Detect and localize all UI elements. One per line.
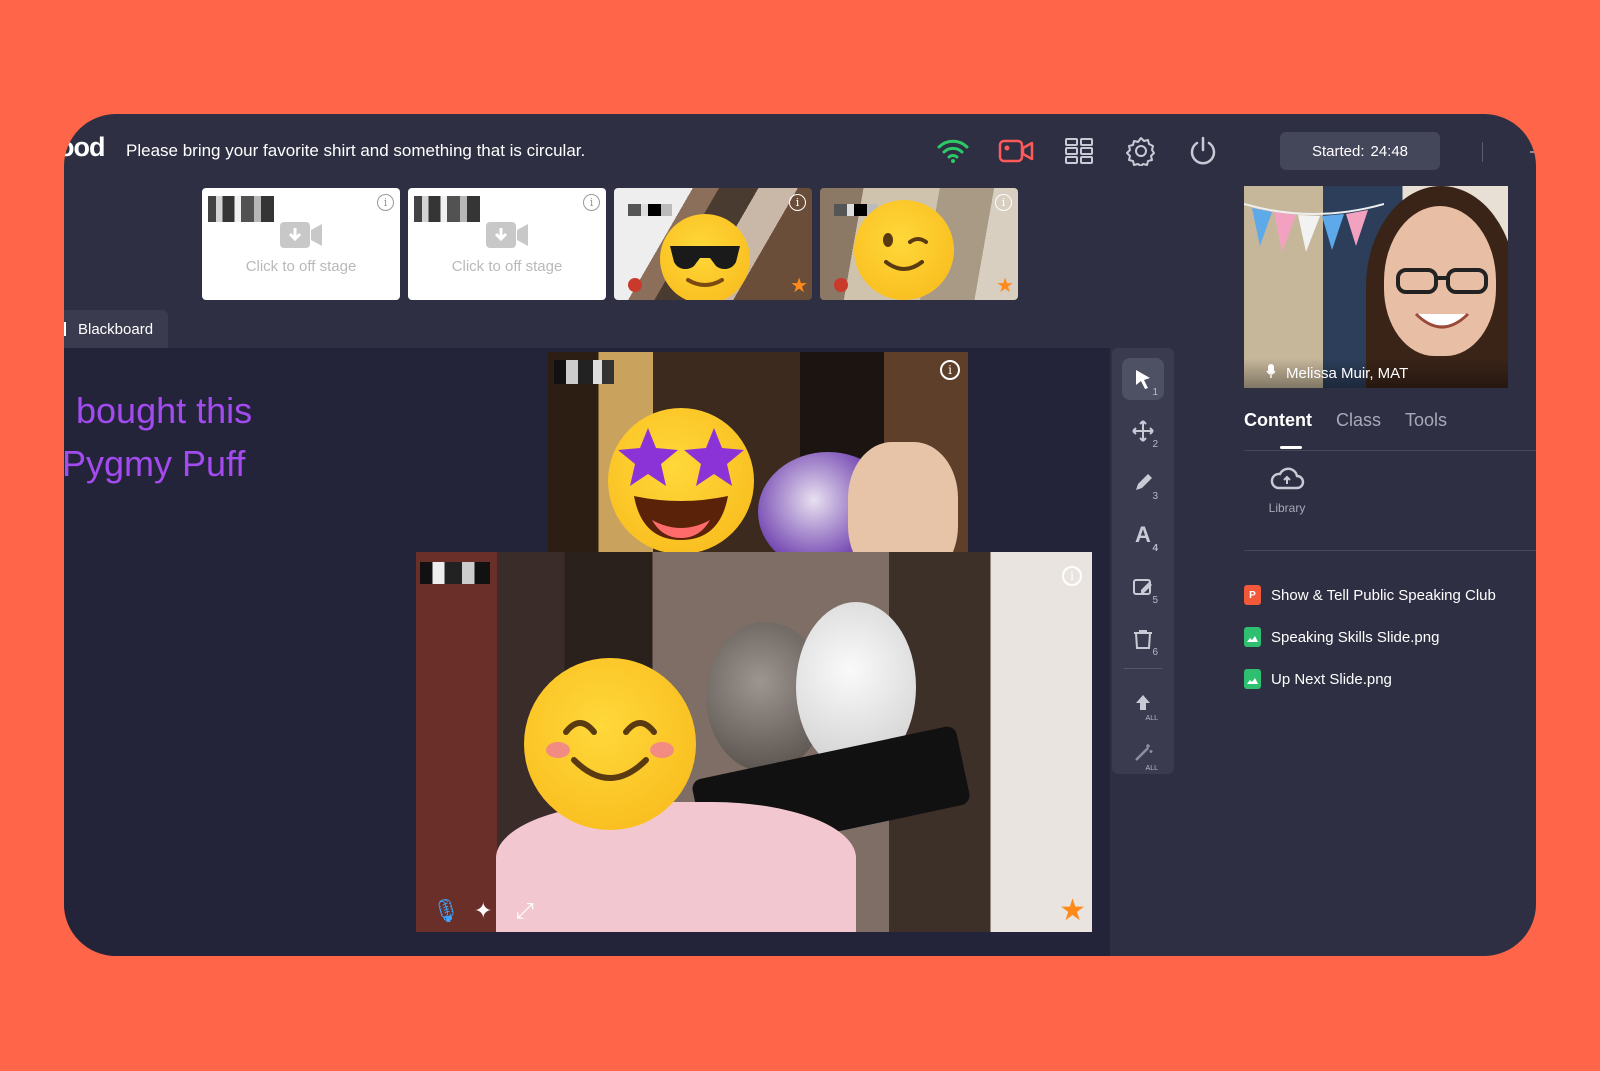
panel-tabs: Content Class Tools	[1244, 410, 1447, 440]
student-thumbnail[interactable]: i ★	[820, 188, 1018, 300]
classroom-window: ood Please bring your favorite shirt and…	[64, 114, 1536, 956]
move-tool-button[interactable]: 2	[1122, 410, 1164, 452]
mic-muted-icon	[834, 278, 848, 292]
blackboard-line: Pygmy Puff	[64, 443, 246, 484]
info-icon[interactable]: i	[995, 194, 1012, 211]
magic-wand-icon	[1135, 744, 1153, 761]
info-icon[interactable]: i	[1062, 566, 1082, 586]
ppt-file-icon: P	[1244, 585, 1261, 605]
student-thumbnail[interactable]: i Click to off stage	[202, 188, 400, 300]
class-notice: Please bring your favorite shirt and som…	[126, 141, 586, 160]
mic-muted-icon	[628, 278, 642, 292]
teacher-name-bar: Melissa Muir, MAT	[1244, 358, 1508, 388]
tab-class[interactable]: Class	[1336, 410, 1381, 440]
top-bar: ood Please bring your favorite shirt and…	[64, 114, 1536, 184]
off-stage-label: Click to off stage	[451, 258, 563, 275]
text-tool-button[interactable]: A 4	[1122, 514, 1164, 556]
cursor-icon	[1136, 370, 1150, 389]
layout-grid-icon[interactable]	[1060, 132, 1098, 170]
magic-wand-icon[interactable]: ✦	[474, 898, 492, 924]
cloud-icon	[1270, 467, 1305, 490]
smile-emoji-icon	[524, 658, 696, 830]
divider	[1244, 450, 1536, 451]
select-tool-button[interactable]: 1	[1122, 358, 1164, 400]
stage-video[interactable]: i 🎙 ✦ ⤢ ★	[416, 552, 1092, 932]
pen-tool-button[interactable]: 3	[1122, 462, 1164, 504]
text-icon: A	[1135, 522, 1151, 547]
content-file-list: P Show & Tell Public Speaking Club Speak…	[1244, 574, 1536, 700]
blurred-name	[208, 196, 274, 222]
file-item[interactable]: Speaking Skills Slide.png	[1244, 616, 1536, 658]
started-label: Started:	[1311, 142, 1365, 160]
video-content	[1396, 268, 1488, 294]
eraser-tool-button[interactable]: 5	[1122, 566, 1164, 608]
upload-icon	[1136, 695, 1150, 710]
info-icon[interactable]: i	[583, 194, 600, 211]
settings-icon[interactable]	[1122, 132, 1160, 170]
move-icon	[1132, 420, 1154, 442]
student-thumbnail[interactable]: i ★	[614, 188, 812, 300]
file-item[interactable]: P Show & Tell Public Speaking Club	[1244, 574, 1536, 616]
off-stage-label: Click to off stage	[245, 258, 357, 275]
trash-icon	[1134, 630, 1152, 649]
video-content	[1414, 312, 1470, 329]
whiteboard-toolbar: 1 2 3 A 4 5 6 ALL ALL	[1112, 348, 1174, 774]
teacher-video[interactable]: Melissa Muir, MAT	[1244, 186, 1508, 388]
upload-all-button[interactable]: ALL	[1122, 682, 1164, 724]
library-label: Library	[1268, 501, 1306, 515]
file-name: Up Next Slide.png	[1271, 670, 1392, 688]
magic-all-button[interactable]: ALL	[1122, 732, 1164, 774]
file-item[interactable]: Up Next Slide.png	[1244, 658, 1536, 700]
camera-off-icon	[484, 218, 530, 257]
active-tab-indicator	[1280, 446, 1302, 449]
blurred-name	[414, 196, 480, 222]
star-badge-icon: ★	[996, 275, 1014, 297]
blackboard-text: bought this Pygmy Puff	[64, 384, 252, 490]
started-timer: Started: 24:48	[1280, 132, 1440, 170]
file-name: Show & Tell Public Speaking Club	[1271, 586, 1496, 604]
pen-icon	[1136, 474, 1152, 490]
started-time: 24:48	[1370, 142, 1409, 160]
blackboard-line: bought this	[76, 390, 253, 431]
divider	[1482, 142, 1483, 162]
library-button[interactable]: Library	[1262, 466, 1312, 526]
eraser-icon	[1133, 579, 1152, 595]
fullscreen-icon[interactable]: ⤢	[516, 898, 534, 924]
blurred-name	[554, 360, 614, 384]
file-name: Speaking Skills Slide.png	[1271, 628, 1440, 646]
tab-content[interactable]: Content	[1244, 410, 1312, 440]
star-eyes-emoji-icon	[608, 408, 754, 554]
sunglasses-emoji-icon	[660, 214, 750, 300]
tab-blackboard[interactable]: Blackboard	[64, 310, 168, 348]
blurred-name	[420, 562, 490, 584]
divider	[1124, 668, 1162, 669]
camera-off-icon	[278, 218, 324, 257]
wink-emoji-icon	[854, 200, 954, 300]
microphone-icon[interactable]: 🎙	[432, 898, 460, 924]
info-icon[interactable]: i	[940, 360, 960, 380]
divider	[1244, 550, 1536, 551]
image-file-icon	[1244, 627, 1261, 647]
student-thumbnail[interactable]: i Click to off stage	[408, 188, 606, 300]
video-content	[1244, 203, 1384, 252]
image-file-icon	[1244, 669, 1261, 689]
camera-icon[interactable]	[997, 132, 1035, 170]
wifi-icon[interactable]	[934, 132, 972, 170]
teacher-name: Melissa Muir, MAT	[1286, 364, 1409, 382]
star-badge-icon: ★	[1059, 894, 1086, 927]
info-icon[interactable]: i	[789, 194, 806, 211]
star-badge-icon: ★	[790, 275, 808, 297]
tab-tools[interactable]: Tools	[1405, 410, 1447, 440]
power-icon[interactable]	[1184, 132, 1222, 170]
clear-tool-button[interactable]: 6	[1122, 618, 1164, 660]
minimize-icon[interactable]	[1530, 151, 1536, 153]
microphone-icon	[1266, 364, 1276, 382]
app-logo: ood	[64, 132, 105, 162]
info-icon[interactable]: i	[377, 194, 394, 211]
